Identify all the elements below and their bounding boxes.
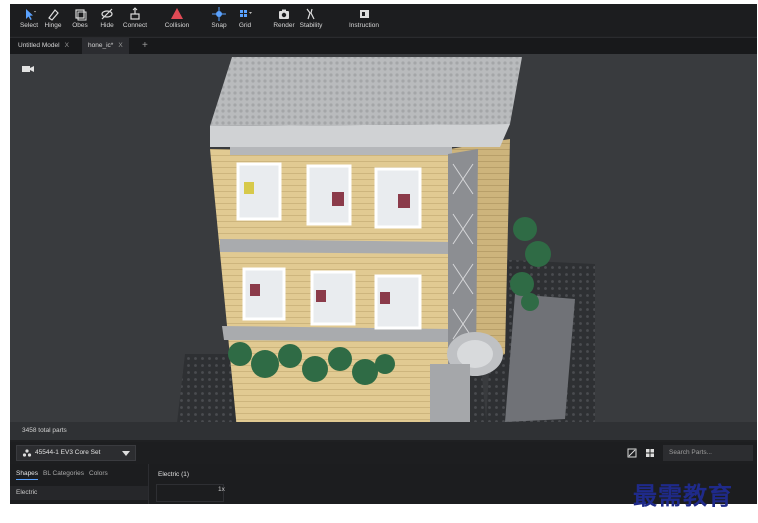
part-count-label: 1x: [218, 486, 225, 493]
set-icon: [22, 449, 32, 457]
tab-colors[interactable]: Colors: [89, 470, 108, 477]
category-item-electric[interactable]: Electric: [10, 486, 148, 500]
watermark-logo: 最需教育: [633, 481, 733, 510]
category-panel: Shapes BL Categories Colors Electric: [10, 464, 149, 504]
connect-icon: [130, 7, 140, 20]
3d-viewport[interactable]: 3458 total parts: [10, 54, 757, 440]
stability-tool-button[interactable]: Stability: [294, 7, 328, 35]
palette-bar: 45544-1 EV3 Core Set Search Parts...: [10, 442, 757, 464]
tab-shapes[interactable]: Shapes: [16, 470, 38, 477]
edit-icon[interactable]: [627, 448, 637, 458]
instruction-tool-button[interactable]: Instruction: [347, 7, 381, 35]
collision-tool-button[interactable]: Collision: [160, 7, 194, 35]
document-tabs: Untitled Model X hone_ic* X +: [10, 37, 757, 54]
search-parts-input[interactable]: Search Parts...: [663, 445, 753, 461]
building-model-render: [175, 57, 595, 440]
eye-slash-icon: [101, 8, 113, 20]
layers-icon: [75, 9, 87, 21]
grid-tool-button[interactable]: Grid: [228, 7, 262, 35]
parts-count-status: 3458 total parts: [10, 422, 757, 440]
studio-window: Select Hinge Obes Hide Connect Collision…: [10, 4, 757, 504]
part-thumbnail[interactable]: [156, 484, 224, 502]
close-tab-icon[interactable]: X: [118, 42, 122, 49]
grid-view-icon[interactable]: [645, 448, 655, 458]
tab-hone-ic[interactable]: hone_ic* X: [82, 38, 129, 54]
connect-tool-button[interactable]: Connect: [118, 7, 152, 35]
stability-icon: [306, 8, 315, 20]
grid-icon: [240, 10, 252, 17]
hinge-icon: [48, 9, 59, 21]
snap-icon: [212, 7, 226, 21]
main-toolbar: Select Hinge Obes Hide Connect Collision…: [10, 4, 757, 36]
view-camera-icon[interactable]: [22, 64, 34, 74]
chevron-down-icon: [122, 451, 130, 456]
close-tab-icon[interactable]: X: [65, 42, 69, 49]
camera-icon: [279, 9, 289, 19]
tab-untitled-model[interactable]: Untitled Model X: [12, 38, 75, 54]
add-tab-button[interactable]: +: [142, 38, 148, 54]
active-tab-indicator: [16, 479, 38, 480]
parts-list-header: Electric (1): [158, 471, 190, 478]
collision-icon: [171, 8, 183, 19]
set-selector-dropdown[interactable]: 45544-1 EV3 Core Set: [16, 445, 136, 461]
book-icon: [360, 10, 369, 18]
tab-bl-categories[interactable]: BL Categories: [43, 470, 84, 477]
